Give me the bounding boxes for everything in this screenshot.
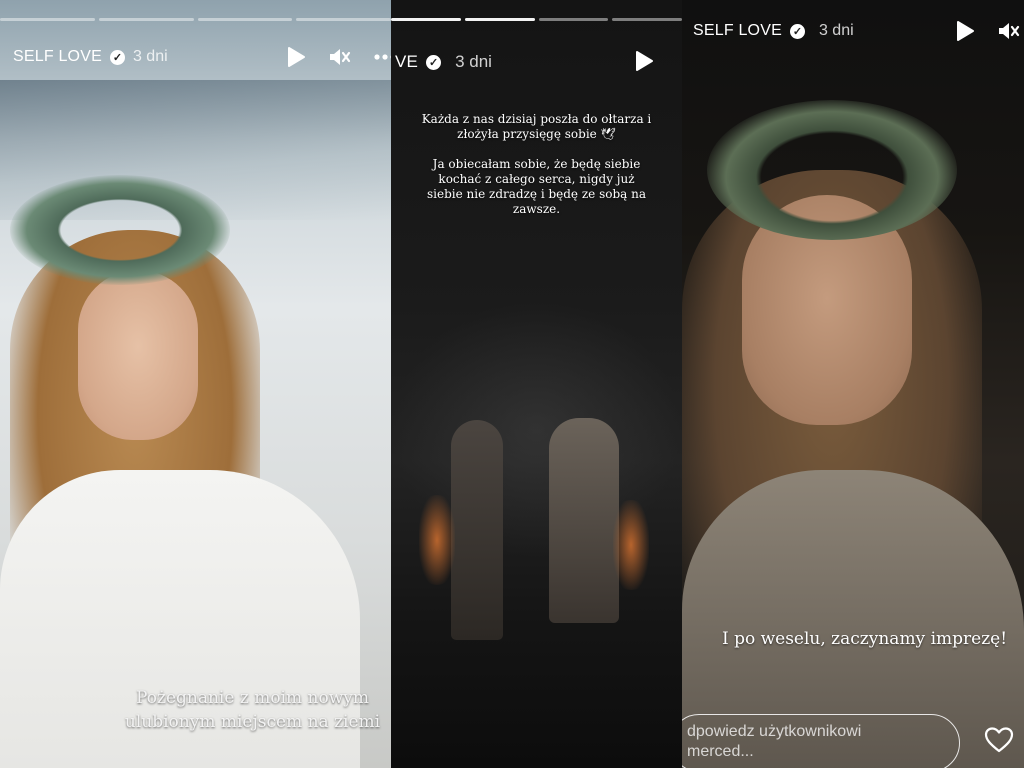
story-controls: [286, 46, 391, 68]
mute-icon[interactable]: [328, 46, 352, 68]
candle-glow: [613, 500, 649, 590]
reply-placeholder: dpowiedz użytkownikowi merced...: [687, 723, 862, 760]
progress-segment: [538, 18, 609, 21]
face-shape: [78, 270, 198, 440]
verified-badge-icon: ✓: [426, 54, 442, 70]
flower-wreath: [707, 100, 957, 240]
story-header: SELF LOVE ✓ 3 dni: [13, 48, 168, 66]
progress-segment: [464, 18, 535, 21]
username[interactable]: SELF LOVE: [693, 22, 782, 40]
post-age: 3 dni: [818, 22, 854, 39]
progress-segment: [391, 18, 461, 21]
mute-icon[interactable]: [997, 20, 1021, 42]
progress-segment: [612, 18, 682, 21]
progress-segment: [197, 18, 293, 21]
story-header: SELF LOVE ✓ 3 dni: [693, 22, 854, 40]
story-controls: [634, 50, 654, 72]
story-progress-bar: [391, 18, 682, 21]
story-caption: Pożegnanie z moim nowym ulubionym miejsc…: [124, 688, 381, 732]
figure-shape: [549, 418, 619, 623]
verified-badge-icon: ✓: [109, 49, 125, 65]
story-panel-2[interactable]: VE ✓ 3 dni Każda z nas dzisiaj poszła do…: [391, 0, 682, 768]
reply-input[interactable]: dpowiedz użytkownikowi merced...: [682, 714, 960, 768]
story-controls: [955, 20, 1021, 42]
verified-badge-icon: ✓: [789, 23, 805, 39]
story-caption: Każda z nas dzisiaj poszła do ołtarza i …: [421, 112, 652, 216]
flower-wreath: [10, 175, 230, 285]
username[interactable]: VE: [395, 52, 418, 72]
candle-glow: [419, 495, 455, 585]
post-age: 3 dni: [132, 48, 168, 65]
figure-shape: [451, 420, 503, 640]
progress-segment: [296, 18, 391, 21]
play-icon[interactable]: [634, 50, 654, 72]
heart-icon[interactable]: [984, 726, 1014, 754]
play-icon[interactable]: [286, 46, 306, 68]
more-icon[interactable]: [374, 54, 391, 60]
username[interactable]: SELF LOVE: [13, 48, 102, 66]
progress-segment: [98, 18, 194, 21]
story-caption: I po weselu, zaczynamy imprezę!: [721, 629, 1008, 649]
story-header: VE ✓ 3 dni: [395, 52, 492, 72]
story-panel-1[interactable]: SELF LOVE ✓ 3 dni Pożegnanie z moim nowy…: [0, 0, 391, 768]
play-icon[interactable]: [955, 20, 975, 42]
progress-segment: [0, 18, 95, 21]
story-progress-bar: [0, 18, 391, 21]
story-panel-3[interactable]: SELF LOVE ✓ 3 dni I po weselu, zaczynamy…: [682, 0, 1024, 768]
post-age: 3 dni: [455, 52, 492, 71]
